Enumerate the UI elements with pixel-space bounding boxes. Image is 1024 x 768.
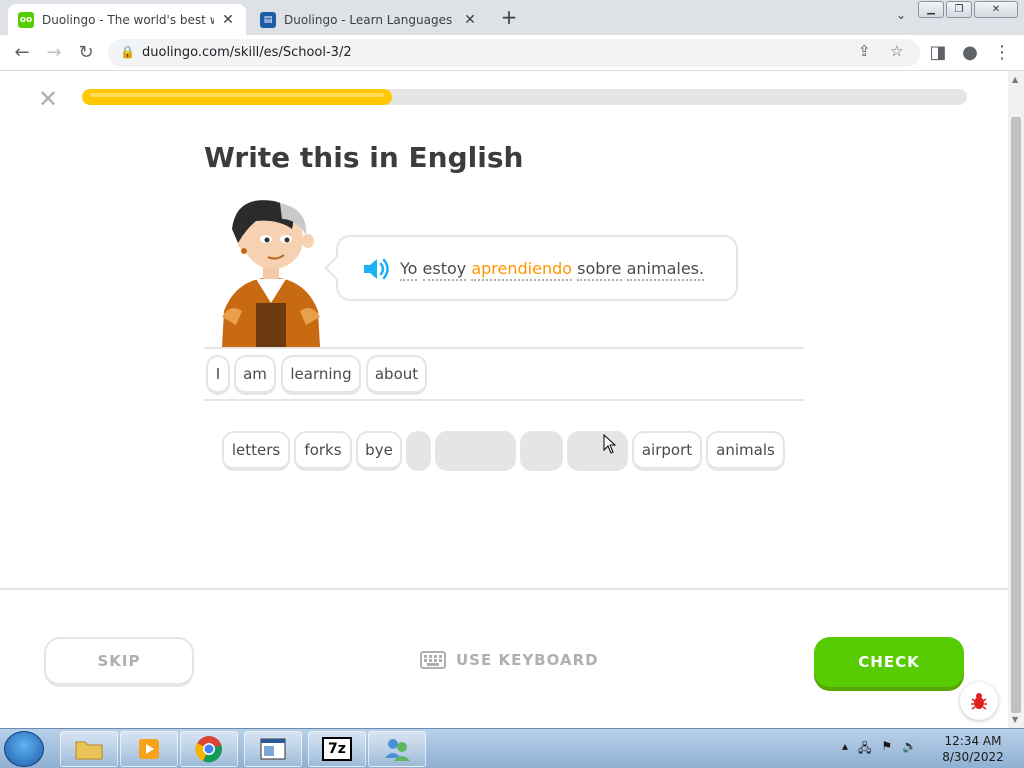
reload-icon[interactable]: ↻ (74, 41, 98, 65)
window-controls: ▁ ❐ ✕ (918, 1, 1018, 18)
word-bank-chip[interactable]: animals (706, 431, 785, 471)
profile-avatar-icon[interactable]: ● (958, 41, 982, 65)
prompt-word[interactable]: sobre (577, 259, 622, 281)
browser-tab-strip: oo Duolingo - The world's best way ✕ ▤ D… (0, 0, 1024, 35)
answer-chip[interactable]: I (206, 355, 230, 395)
bug-icon (971, 693, 987, 710)
prompt-word[interactable]: animales. (626, 259, 705, 281)
lock-icon: 🔒 (120, 45, 135, 59)
word-bank-chip-placeholder (567, 431, 628, 471)
system-clock[interactable]: 12:34 AM 8/30/2022 (936, 733, 1010, 765)
prompt-word[interactable]: estoy (422, 259, 467, 281)
tab-title: Duolingo - The world's best way (42, 12, 214, 27)
windows-taskbar: 7z ▴ 🖧 ⚑ 🔊 12:34 AM 8/30/2022 (0, 728, 1024, 768)
word-bank-chip[interactable]: bye (356, 431, 402, 471)
word-bank-chip-placeholder (406, 431, 431, 471)
bookmark-star-icon[interactable]: ☆ (890, 42, 903, 60)
address-bar[interactable]: 🔒 duolingo.com/skill/es/School-3/2 ⇪ ☆ (108, 39, 920, 67)
7zip-icon[interactable]: 7z (308, 731, 366, 767)
word-bank-chip-placeholder (520, 431, 563, 471)
scrollbar-thumb[interactable] (1011, 117, 1021, 713)
browser-menu-icon[interactable]: ⋮ (990, 41, 1014, 65)
page-scrollbar[interactable]: ▲ ▼ (1008, 71, 1024, 728)
check-button[interactable]: CHECK (814, 637, 964, 687)
browser-toolbar: ← → ↻ 🔒 duolingo.com/skill/es/School-3/2… (0, 35, 1024, 71)
action-center-icon[interactable]: ⚑ (881, 739, 892, 760)
speaker-icon[interactable] (362, 256, 392, 282)
keyboard-icon (420, 651, 446, 669)
word-bank-chip[interactable]: forks (294, 431, 352, 471)
scroll-down-arrow-icon[interactable]: ▼ (1012, 715, 1018, 724)
share-icon[interactable]: ⇪ (858, 42, 871, 60)
duolingo-owl-icon: oo (18, 11, 34, 28)
answer-chip[interactable]: about (366, 355, 427, 395)
word-bank-chip[interactable]: airport (632, 431, 702, 471)
answer-chip[interactable]: learning (281, 355, 361, 395)
close-lesson-icon[interactable]: ✕ (38, 85, 58, 113)
scroll-up-arrow-icon[interactable]: ▲ (1012, 75, 1018, 84)
window-close-button[interactable]: ✕ (974, 1, 1018, 18)
document-viewer-icon[interactable] (244, 731, 302, 767)
progress-fill (82, 89, 392, 105)
bug-report-button[interactable] (960, 682, 998, 720)
answer-area-top-line (204, 347, 804, 349)
prompt-word-highlighted[interactable]: aprendiendo (471, 259, 573, 281)
use-keyboard-button[interactable]: USE KEYBOARD (420, 651, 599, 669)
tab-close-icon[interactable]: ✕ (462, 12, 478, 28)
clock-time: 12:34 AM (944, 734, 1002, 748)
clock-date: 8/30/2022 (942, 750, 1004, 764)
network-users-icon[interactable] (368, 731, 426, 767)
answer-chip[interactable]: am (234, 355, 276, 395)
start-button[interactable] (4, 731, 44, 767)
forward-arrow-icon[interactable]: → (42, 41, 66, 65)
word-bank-chip-placeholder (435, 431, 516, 471)
tray-expand-icon[interactable]: ▴ (842, 739, 848, 760)
prompt-speech-bubble: Yo estoy aprendiendo sobre animales. (336, 235, 738, 301)
tab-duolingo-learn[interactable]: ▤ Duolingo - Learn Languages for f ✕ (250, 4, 488, 35)
lesson-progress-bar (82, 89, 967, 105)
tab-search-chevron-icon[interactable]: ⌄ (896, 8, 906, 22)
prompt-word[interactable]: Yo (400, 259, 418, 281)
minimize-button[interactable]: ▁ (918, 1, 944, 18)
answer-area-bottom-line (204, 399, 804, 401)
restore-button[interactable]: ❐ (946, 1, 972, 18)
back-arrow-icon[interactable]: ← (10, 41, 34, 65)
media-player-icon[interactable] (120, 731, 178, 767)
mouse-cursor-icon (603, 434, 617, 454)
7zip-label: 7z (322, 737, 352, 761)
use-keyboard-label: USE KEYBOARD (456, 651, 599, 669)
side-panel-icon[interactable]: ◨ (926, 41, 950, 65)
folder-icon[interactable] (60, 731, 118, 767)
duolingo-book-icon: ▤ (260, 11, 276, 28)
system-tray: ▴ 🖧 ⚑ 🔊 (842, 739, 917, 760)
url-text: duolingo.com/skill/es/School-3/2 (142, 45, 352, 60)
network-icon[interactable]: 🖧 (858, 739, 871, 760)
word-bank-chip[interactable]: letters (222, 431, 290, 471)
chrome-icon[interactable] (180, 731, 238, 767)
page-title: Write this in English (204, 141, 524, 174)
character-illustration (222, 200, 320, 347)
new-tab-button[interactable]: + (498, 6, 520, 28)
volume-icon[interactable]: 🔊 (902, 739, 917, 760)
tab-close-icon[interactable]: ✕ (220, 12, 236, 28)
tab-duolingo-active[interactable]: oo Duolingo - The world's best way ✕ (8, 4, 246, 35)
lesson-footer: SKIP USE KEYBOARD CHECK (0, 588, 1008, 728)
skip-button[interactable]: SKIP (44, 637, 194, 687)
prompt-sentence: Yo estoy aprendiendo sobre animales. (400, 259, 705, 281)
lesson-page: ✕ Write this in English Yo estoy aprendi… (0, 71, 1008, 728)
tab-title: Duolingo - Learn Languages for f (284, 12, 456, 27)
